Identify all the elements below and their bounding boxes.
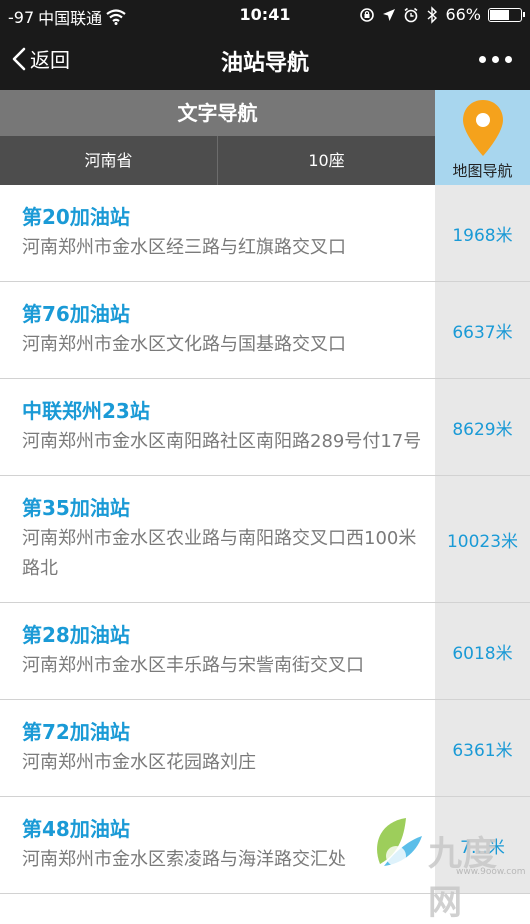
map-pin-icon (462, 100, 503, 156)
leaf-logo-icon (377, 818, 422, 866)
station-list: 第20加油站 河南郑州市金水区经三路与红旗路交叉口 1968米 第76加油站 河南郑州市… (0, 185, 530, 894)
station-row[interactable]: 第20加油站河南郑州市金水区经三路与红旗路交叉口 1968米 (0, 185, 530, 282)
more-menu-button[interactable] (479, 56, 512, 63)
location-arrow-icon (383, 8, 396, 21)
station-row[interactable]: 第76加油站河南郑州市金水区文化路与国基路交叉口 6637米 (0, 282, 530, 379)
station-row[interactable]: 第35加油站河南郑州市金水区农业路与南阳路交叉口西100米路北 10023米 (0, 476, 530, 603)
station-name: 第72加油站 (22, 720, 130, 744)
watermark-logo: 九度网 www.9oow.com (368, 812, 530, 923)
battery-icon (488, 7, 525, 22)
status-right: 66% (359, 5, 525, 24)
station-distance: 6018米 (435, 603, 530, 699)
station-distance: 6637米 (435, 282, 530, 378)
station-distance: 8629米 (435, 379, 530, 475)
watermark-url: www.9oow.com (456, 867, 526, 877)
station-name: 第76加油站 (22, 302, 130, 326)
dot-icon (479, 56, 486, 63)
station-name: 中联郑州23站 (22, 399, 150, 423)
station-distance: 1968米 (435, 185, 530, 281)
station-row[interactable]: 第28加油站河南郑州市金水区丰乐路与宋訾南街交叉口 6018米 (0, 603, 530, 700)
station-name: 第20加油站 (22, 205, 130, 229)
bluetooth-icon (427, 5, 438, 24)
battery-percent: 66% (445, 5, 481, 24)
seats-filter[interactable]: 10座 (217, 136, 435, 185)
dot-icon (505, 56, 512, 63)
station-address: 河南郑州市金水区南阳路社区南阳路289号付17号 (22, 431, 422, 452)
navigation-bar: 返回 油站导航 (0, 30, 530, 90)
station-address: 河南郑州市金水区经三路与红旗路交叉口 (22, 237, 346, 258)
station-address: 河南郑州市金水区丰乐路与宋訾南街交叉口 (22, 655, 364, 676)
alarm-icon (404, 7, 418, 22)
filter-row: 河南省 10座 (0, 136, 435, 185)
station-address: 河南郑州市金水区文化路与国基路交叉口 (22, 334, 346, 355)
station-row[interactable]: 第72加油站河南郑州市金水区花园路刘庄 6361米 (0, 700, 530, 797)
station-address: 河南郑州市金水区花园路刘庄 (22, 752, 256, 773)
map-navigation-label: 地图导航 (452, 162, 513, 180)
station-distance: 10023米 (435, 476, 530, 602)
rotation-lock-icon (360, 7, 375, 22)
dot-icon (492, 56, 499, 63)
province-filter[interactable]: 河南省 (0, 136, 217, 185)
page-title: 油站导航 (220, 51, 309, 76)
station-distance: 6361米 (435, 700, 530, 796)
text-navigation-tab[interactable]: 文字导航 (0, 90, 435, 136)
station-name: 第28加油站 (22, 623, 130, 647)
station-name: 第35加油站 (22, 496, 130, 520)
map-navigation-button[interactable]: 地图导航 (435, 90, 530, 185)
status-bar: -97 中国联通 10:41 66% (0, 0, 530, 30)
station-row[interactable]: 中联郑州23站河南郑州市金水区南阳路社区南阳路289号付17号 8629米 (0, 379, 530, 476)
station-address: 河南郑州市金水区农业路与南阳路交叉口西100米路北 (22, 528, 417, 579)
battery-level (490, 9, 509, 20)
